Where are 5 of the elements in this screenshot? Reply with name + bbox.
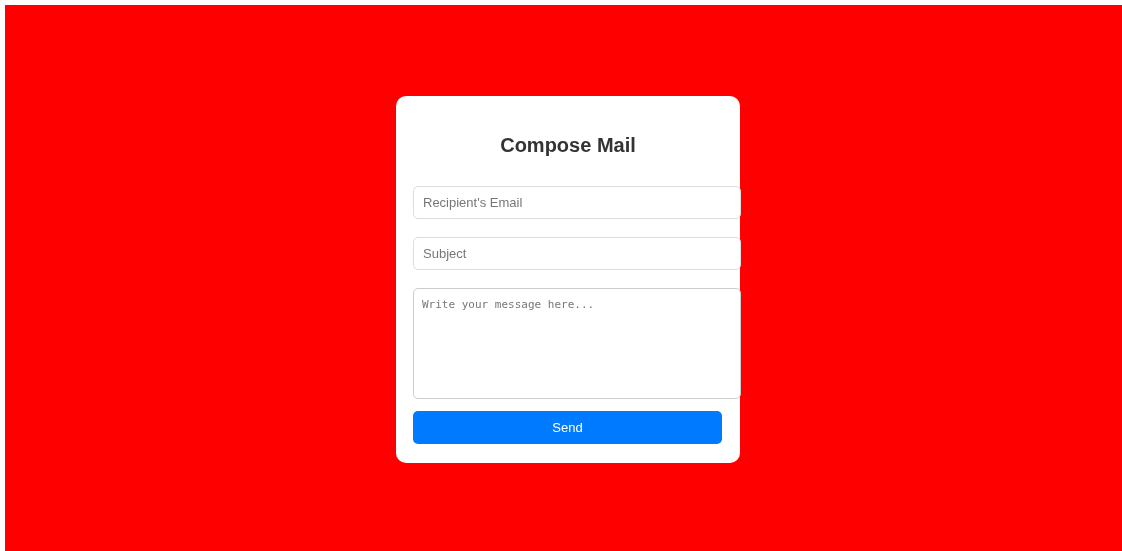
text-field[interactable]: Subject [413, 237, 741, 270]
text-field[interactable]: Recipient's Email [413, 186, 741, 219]
send-button[interactable]: Send [413, 411, 722, 444]
form-title: Compose Mail [499, 133, 637, 158]
message-field[interactable]: Write your message here... [413, 288, 741, 399]
